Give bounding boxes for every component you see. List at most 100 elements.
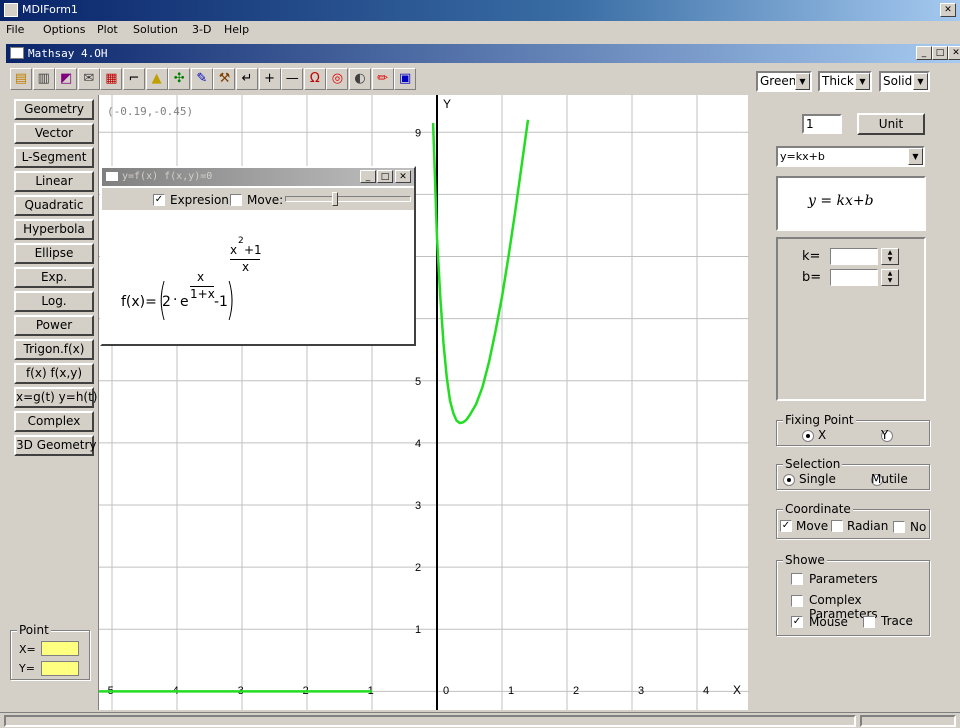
thickness-select[interactable]: Thick ▼ <box>818 71 872 92</box>
status-pane-right <box>860 715 956 727</box>
menu-help[interactable]: Help <box>224 23 249 36</box>
y-tick-label: 1 <box>415 624 421 636</box>
sidebar-button-linear[interactable]: Linear <box>14 171 94 192</box>
y-label: Y= <box>19 662 35 675</box>
cross-arrows-icon[interactable]: ✣ <box>168 68 191 90</box>
save-icon[interactable]: ▥ <box>32 68 55 90</box>
close-icon[interactable]: ✕ <box>395 170 411 183</box>
sidebar-button-quadratic[interactable]: Quadratic <box>14 195 94 216</box>
outer-denominator: x <box>242 260 250 274</box>
fixing-point-x-label: X <box>818 428 827 442</box>
new-icon[interactable]: ▤ <box>10 68 32 90</box>
k-label: k= <box>802 249 821 264</box>
sidebar-button-3d-geometry[interactable]: 3D Geometry <box>14 435 97 456</box>
omega-icon[interactable]: Ω <box>303 68 326 90</box>
complex-parameters-checkbox[interactable] <box>791 595 803 607</box>
sidebar-button-geometry[interactable]: Geometry <box>14 99 94 120</box>
axes-icon[interactable]: ⌐ <box>123 68 145 90</box>
move-coordinate-checkbox[interactable]: ✓ <box>780 520 792 532</box>
window-icon[interactable]: ▣ <box>394 68 417 90</box>
param-value-field[interactable]: 1 <box>802 114 842 134</box>
coordinate-title: Coordinate <box>783 502 853 516</box>
b-spinner[interactable]: ▲ ▼ <box>881 269 899 286</box>
b-input[interactable] <box>830 269 878 286</box>
point-group: Point X= Y= <box>10 623 90 680</box>
contrast-icon[interactable]: ◐ <box>349 68 371 90</box>
y-coordinate-field[interactable] <box>41 661 79 676</box>
menu-options[interactable]: Options <box>43 23 85 36</box>
k-spinner[interactable]: ▲ ▼ <box>881 248 899 265</box>
single-label: Single <box>799 472 836 486</box>
sidebar-button-exp[interactable]: Exp. <box>14 267 94 288</box>
parameters-checkbox[interactable] <box>791 573 803 585</box>
chevron-down-icon[interactable]: ▼ <box>908 148 923 165</box>
return-arrow-icon[interactable]: ↵ <box>236 68 258 90</box>
target-icon[interactable]: ◎ <box>326 68 349 90</box>
move-checkbox[interactable] <box>230 194 242 206</box>
menu-solution[interactable]: Solution <box>133 23 178 36</box>
minus-icon[interactable]: — <box>281 68 304 90</box>
line-style-select-value: Solid <box>883 74 913 88</box>
fixing-point-x-radio[interactable] <box>802 430 814 442</box>
sidebar-button-trigon-f-x[interactable]: Trigon.f(x) <box>14 339 94 360</box>
radian-checkbox[interactable] <box>831 520 843 532</box>
sidebar-button-ellipse[interactable]: Ellipse <box>14 243 94 264</box>
status-bar <box>0 712 960 728</box>
expression-checkbox[interactable]: ✓ <box>153 194 165 206</box>
chevron-down-icon[interactable]: ▼ <box>855 73 870 90</box>
pencil-icon[interactable]: ✏ <box>371 68 394 90</box>
tool-icon[interactable]: ⚒ <box>213 68 236 90</box>
move-coordinate-label: Move <box>796 519 829 533</box>
function-window[interactable]: y=f(x) f(x,y)=0 _ □ ✕ ✓ Expresion Move: … <box>100 166 416 346</box>
sidebar-button-power[interactable]: Power <box>14 315 94 336</box>
equation-select-value: y=kx+b <box>780 150 825 163</box>
table-icon[interactable]: ✉ <box>77 68 100 90</box>
menu-file[interactable]: File <box>6 23 24 36</box>
close-icon[interactable]: ✕ <box>948 46 960 60</box>
maximize-icon[interactable]: □ <box>932 46 948 60</box>
close-icon[interactable]: ✕ <box>940 3 956 17</box>
y-tick-label: 2 <box>415 562 421 574</box>
mouse-checkbox[interactable]: ✓ <box>791 616 803 628</box>
parameters-panel: k= ▲ ▼ b= ▲ ▼ <box>776 237 926 401</box>
move-slider-thumb[interactable] <box>332 192 338 206</box>
x-tick-label: 4 <box>703 685 709 697</box>
x-coordinate-field[interactable] <box>41 641 79 656</box>
chart-icon <box>10 47 24 59</box>
sidebar-button-complex[interactable]: Complex <box>14 411 94 432</box>
trace-checkbox[interactable] <box>863 616 875 628</box>
minimize-icon[interactable]: _ <box>916 46 932 60</box>
triangle-icon[interactable]: ▲ <box>145 68 168 90</box>
sidebar-button-vector[interactable]: Vector <box>14 123 94 144</box>
maximize-icon[interactable]: □ <box>377 170 393 183</box>
menu-3d[interactable]: 3-D <box>192 23 211 36</box>
x-tick-label: 2 <box>573 685 579 697</box>
color-select[interactable]: Green ▼ <box>756 71 812 92</box>
pen-icon[interactable]: ✎ <box>190 68 213 90</box>
sidebar-button-log[interactable]: Log. <box>14 291 94 312</box>
sidebar-button-l-segment[interactable]: L-Segment <box>14 147 94 168</box>
sidebar-button-hyperbola[interactable]: Hyperbola <box>14 219 94 240</box>
sidebar-button-x-g-t-y-h-t[interactable]: x=g(t) y=h(t) <box>14 387 98 408</box>
line-style-select[interactable]: Solid ▼ <box>879 71 930 92</box>
outer-numerator-x: x <box>230 243 238 257</box>
plot-icon[interactable]: ◩ <box>55 68 78 90</box>
multiple-label: Mutile <box>871 472 908 486</box>
minimize-icon[interactable]: _ <box>360 170 376 183</box>
formula-dot: · <box>173 292 178 308</box>
equation-select[interactable]: y=kx+b ▼ <box>776 146 925 167</box>
move-slider-track[interactable] <box>285 196 411 202</box>
param-value: 1 <box>806 117 814 131</box>
function-window-controls: ✓ Expresion Move: <box>102 188 414 210</box>
parameters-label: Parameters <box>809 572 878 586</box>
chevron-down-icon[interactable]: ▼ <box>913 73 928 90</box>
plus-icon[interactable]: + <box>258 68 281 90</box>
no-checkbox[interactable] <box>893 521 905 533</box>
chevron-down-icon[interactable]: ▼ <box>795 73 810 90</box>
graph-paper-icon[interactable]: ▦ <box>100 68 123 90</box>
single-radio[interactable] <box>783 474 795 486</box>
unit-button[interactable]: Unit <box>857 113 925 135</box>
menu-plot[interactable]: Plot <box>97 23 118 36</box>
k-input[interactable] <box>830 248 878 265</box>
sidebar-button-f-x-f-x-y[interactable]: f(x) f(x,y) <box>14 363 94 384</box>
